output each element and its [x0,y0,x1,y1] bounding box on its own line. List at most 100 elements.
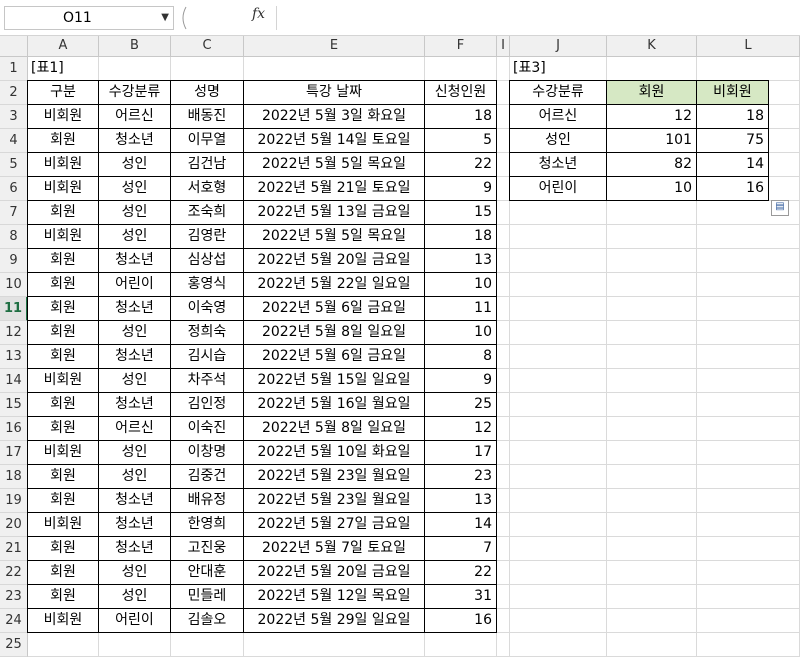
table1-cell[interactable]: 서호형 [171,177,244,201]
name-box[interactable]: O11 ▼ [4,6,174,30]
row-header-24[interactable]: 24 [0,609,28,633]
table1-header[interactable]: 특강 날짜 [244,81,425,105]
table3-cell[interactable]: 청소년 [510,153,607,177]
table1-cell[interactable]: 2022년 5월 6일 금요일 [244,345,425,369]
table1-cell[interactable]: 회원 [28,465,99,489]
table3-cell[interactable]: 12 [607,105,697,129]
table1-cell[interactable]: 배유정 [171,489,244,513]
table1-cell[interactable]: 회원 [28,321,99,345]
chevron-down-icon[interactable]: ▼ [161,7,169,29]
table1-cell[interactable]: 안대훈 [171,561,244,585]
table1-title[interactable]: [표1] [28,57,168,81]
table1-cell[interactable]: 2022년 5월 10일 화요일 [244,441,425,465]
table1-cell[interactable]: 14 [425,513,497,537]
table3-cell[interactable]: 어린이 [510,177,607,201]
table1-cell[interactable]: 2022년 5월 8일 일요일 [244,321,425,345]
table1-cell[interactable]: 25 [425,393,497,417]
table1-cell[interactable]: 11 [425,297,497,321]
table3-cell[interactable]: 10 [607,177,697,201]
row-header-19[interactable]: 19 [0,489,28,513]
row-header-23[interactable]: 23 [0,585,28,609]
row-header-17[interactable]: 17 [0,441,28,465]
row-header-18[interactable]: 18 [0,465,28,489]
row-header-4[interactable]: 4 [0,129,28,153]
table1-cell[interactable]: 비회원 [28,177,99,201]
row-header-22[interactable]: 22 [0,561,28,585]
table1-cell[interactable]: 2022년 5월 14일 토요일 [244,129,425,153]
table1-cell[interactable]: 성인 [99,465,171,489]
table1-cell[interactable]: 성인 [99,321,171,345]
column-header-k[interactable]: K [607,36,697,57]
table1-cell[interactable]: 김솔오 [171,609,244,633]
table1-cell[interactable]: 2022년 5월 29일 일요일 [244,609,425,633]
row-header-2[interactable]: 2 [0,81,28,105]
table1-cell[interactable]: 23 [425,465,497,489]
table1-cell[interactable]: 회원 [28,345,99,369]
table1-cell[interactable]: 비회원 [28,369,99,393]
column-header-a[interactable]: A [28,36,99,57]
row-header-6[interactable]: 6 [0,177,28,201]
table1-cell[interactable]: 성인 [99,561,171,585]
row-header-3[interactable]: 3 [0,105,28,129]
function-fx-icon[interactable]: fx [252,6,265,22]
table1-cell[interactable]: 성인 [99,225,171,249]
table1-cell[interactable]: 김건남 [171,153,244,177]
table1-cell[interactable]: 비회원 [28,105,99,129]
table1-cell[interactable]: 10 [425,273,497,297]
table1-cell[interactable]: 2022년 5월 6일 금요일 [244,297,425,321]
table1-cell[interactable]: 청소년 [99,297,171,321]
table1-cell[interactable]: 2022년 5월 23일 월요일 [244,489,425,513]
table1-cell[interactable]: 7 [425,537,497,561]
table1-cell[interactable]: 2022년 5월 16일 월요일 [244,393,425,417]
table1-cell[interactable]: 2022년 5월 15일 일요일 [244,369,425,393]
table1-cell[interactable]: 13 [425,249,497,273]
table1-cell[interactable]: 18 [425,105,497,129]
table1-cell[interactable]: 어르신 [99,417,171,441]
table3-cell[interactable]: 14 [697,153,769,177]
table1-cell[interactable]: 어르신 [99,105,171,129]
table1-cell[interactable]: 청소년 [99,345,171,369]
table1-cell[interactable]: 22 [425,561,497,585]
row-header-21[interactable]: 21 [0,537,28,561]
table1-cell[interactable]: 18 [425,225,497,249]
table3-cell[interactable]: 75 [697,129,769,153]
row-header-16[interactable]: 16 [0,417,28,441]
table1-cell[interactable]: 22 [425,153,497,177]
table1-cell[interactable]: 2022년 5월 22일 일요일 [244,273,425,297]
table3-title[interactable]: [표3] [510,57,600,81]
table1-cell[interactable]: 청소년 [99,393,171,417]
table1-cell[interactable]: 성인 [99,177,171,201]
row-header-1[interactable]: 1 [0,57,28,81]
table3-cell[interactable]: 101 [607,129,697,153]
table1-cell[interactable]: 이무열 [171,129,244,153]
table1-cell[interactable]: 비회원 [28,153,99,177]
table1-cell[interactable]: 17 [425,441,497,465]
table1-cell[interactable]: 정희숙 [171,321,244,345]
table1-cell[interactable]: 10 [425,321,497,345]
row-header-15[interactable]: 15 [0,393,28,417]
table1-cell[interactable]: 비회원 [28,441,99,465]
table1-cell[interactable]: 청소년 [99,129,171,153]
table3-header[interactable]: 회원 [607,81,697,105]
table1-cell[interactable]: 성인 [99,153,171,177]
table1-cell[interactable]: 성인 [99,441,171,465]
table1-cell[interactable]: 2022년 5월 7일 토요일 [244,537,425,561]
table1-cell[interactable]: 홍영식 [171,273,244,297]
table1-cell[interactable]: 2022년 5월 27일 금요일 [244,513,425,537]
table3-cell[interactable]: 18 [697,105,769,129]
table1-cell[interactable]: 차주석 [171,369,244,393]
table1-cell[interactable]: 2022년 5월 13일 금요일 [244,201,425,225]
column-header-j[interactable]: J [510,36,607,57]
table1-cell[interactable]: 회원 [28,585,99,609]
column-header-b[interactable]: B [99,36,171,57]
table3-cell[interactable]: 성인 [510,129,607,153]
paste-options-icon[interactable]: ▤ [771,200,789,216]
table1-cell[interactable]: 청소년 [99,537,171,561]
table1-cell[interactable]: 배동진 [171,105,244,129]
table1-cell[interactable]: 한영희 [171,513,244,537]
table1-cell[interactable]: 16 [425,609,497,633]
table1-cell[interactable]: 2022년 5월 20일 금요일 [244,561,425,585]
table1-cell[interactable]: 이숙영 [171,297,244,321]
column-header-l[interactable]: L [697,36,800,57]
table1-cell[interactable]: 회원 [28,201,99,225]
